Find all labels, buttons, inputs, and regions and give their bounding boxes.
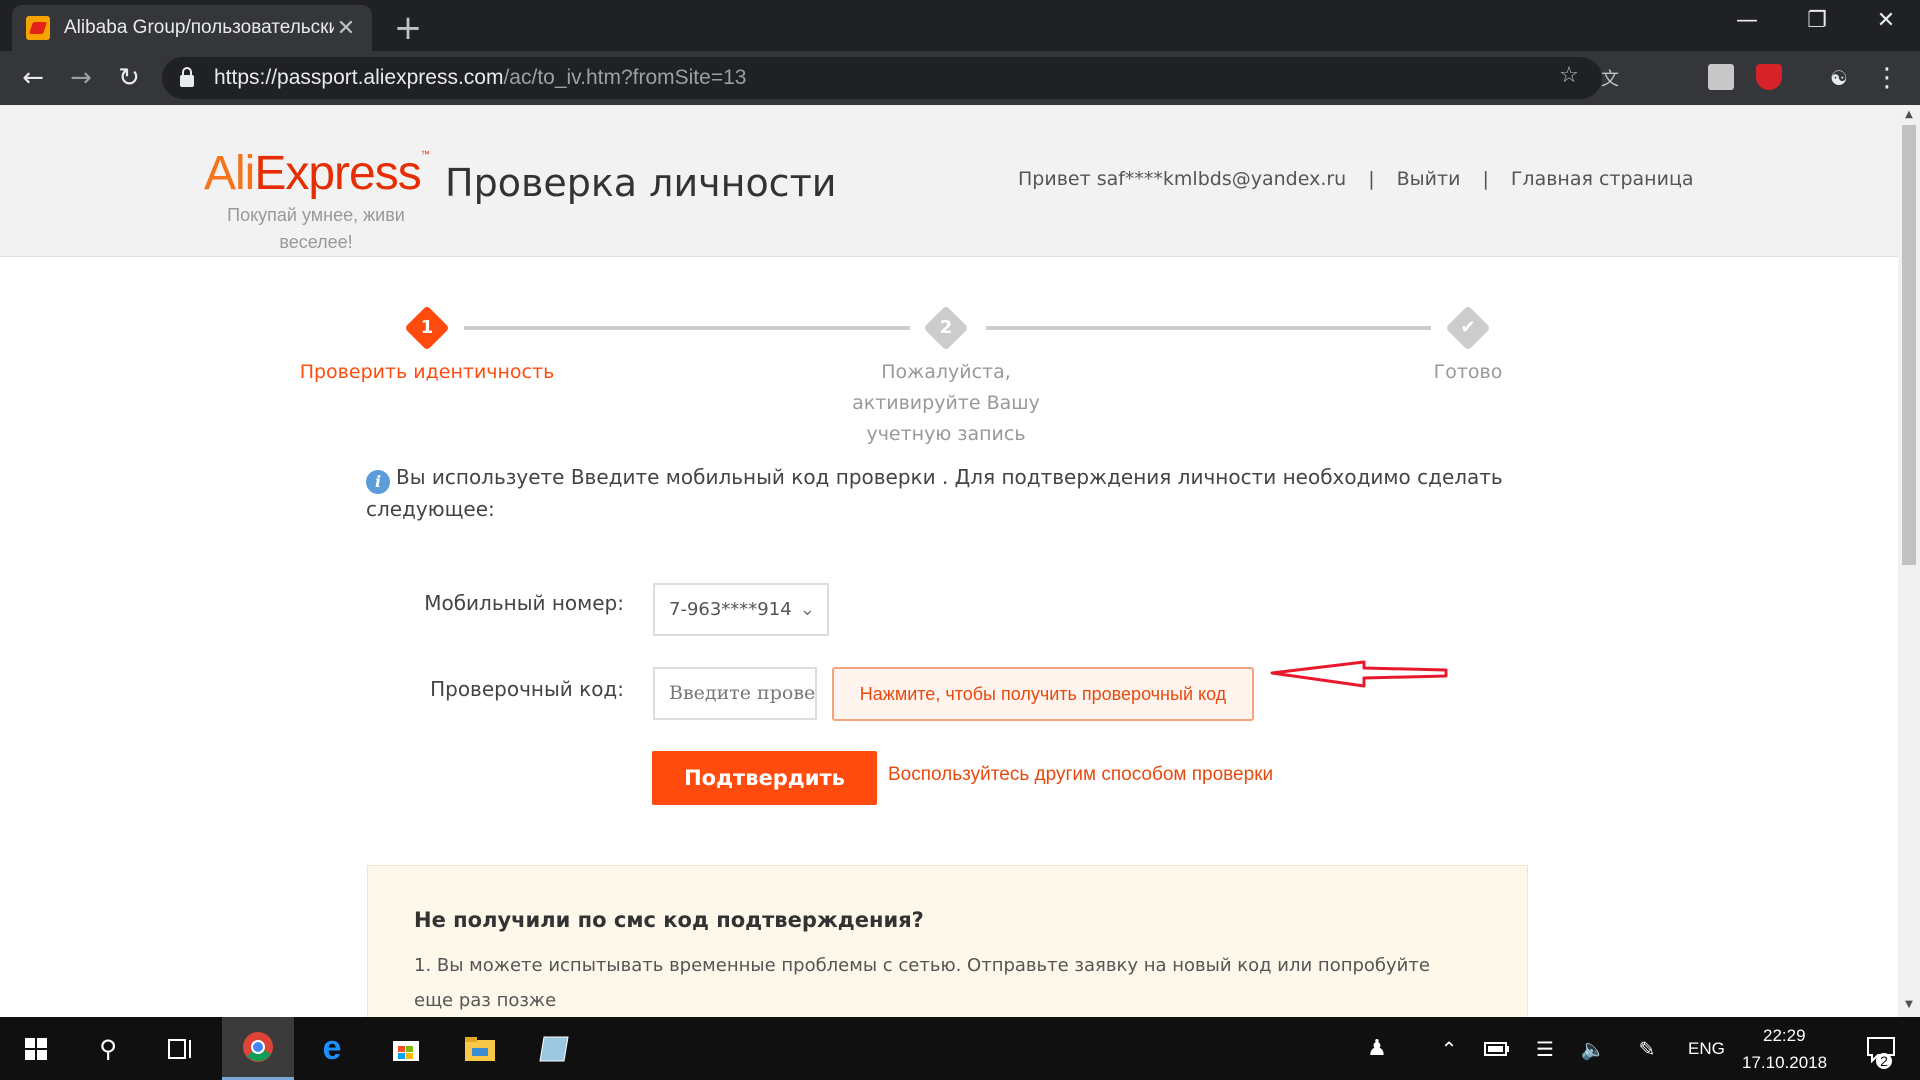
sms-help-panel: Не получили по смс код подтверждения? 1.…	[367, 865, 1528, 1017]
get-code-button[interactable]: Нажмите, чтобы получить проверочный код	[832, 667, 1254, 721]
greeting: Привет saf****kmlbds@yandex.ru	[1018, 168, 1347, 190]
browser-tab-strip: Alibaba Group/пользовательский ✕ + — ❐ ✕	[0, 0, 1920, 51]
clock-time[interactable]: 22:29	[1763, 1026, 1806, 1046]
chevron-down-icon: ⌄	[799, 599, 815, 620]
pen-icon[interactable]: ✎	[1624, 1017, 1670, 1080]
windows-taskbar: ⚲ e ♟ ⌃ ☰ 🔈 ✎ ENG 22:29 17.10.2018 2	[0, 1017, 1920, 1080]
menu-icon[interactable]: ⋮	[1870, 61, 1904, 95]
page-title: Проверка личности	[445, 161, 837, 205]
battery-icon[interactable]	[1474, 1017, 1520, 1080]
logout-link[interactable]: Выйти	[1397, 168, 1461, 190]
step-3-label: Готово	[1433, 361, 1503, 383]
code-label: Проверочный код:	[430, 677, 624, 701]
app-taskbar-icon[interactable]	[518, 1017, 590, 1080]
new-tab-button[interactable]: +	[390, 8, 426, 48]
tab-title: Alibaba Group/пользовательский	[64, 17, 334, 38]
info-text: Вы используете Введите мобильный код про…	[366, 465, 1503, 521]
restore-button[interactable]: ❐	[1797, 8, 1837, 33]
bookmark-star-icon[interactable]: ☆	[1555, 63, 1583, 88]
scroll-down-icon[interactable]: ▼	[1903, 999, 1915, 1011]
step-1-number: 1	[420, 317, 434, 338]
phone-value: 7-963****914	[669, 599, 792, 620]
aliexpress-logo[interactable]: AliExpress™	[204, 150, 430, 198]
alt-method-link[interactable]: Воспользуйтесь другим способом проверки	[888, 764, 1273, 786]
phone-label: Мобильный номер:	[424, 591, 624, 615]
start-windows-icon[interactable]	[0, 1017, 72, 1080]
reload-icon[interactable]: ↻	[112, 61, 146, 95]
step-2-number: 2	[939, 317, 953, 338]
extension-icon[interactable]	[1708, 64, 1734, 90]
notification-count-badge: 2	[1876, 1053, 1892, 1069]
check-icon: ✔	[1460, 317, 1476, 338]
wifi-icon[interactable]: ☰	[1522, 1017, 1568, 1080]
task-view-icon[interactable]	[144, 1017, 216, 1080]
sms-help-title: Не получили по смс код подтверждения?	[414, 908, 924, 932]
info-icon: i	[366, 470, 390, 494]
page-content: AliExpress™ Покупай умнее, живи веселее!…	[0, 105, 1898, 1017]
profile-icon[interactable]: ☯	[1822, 61, 1856, 95]
separator: |	[1482, 168, 1489, 190]
user-links: Привет saf****kmlbds@yandex.ru | Выйти |…	[1018, 168, 1694, 190]
translate-icon[interactable]: 文	[1596, 65, 1624, 91]
close-window-button[interactable]: ✕	[1866, 8, 1906, 33]
browser-tab[interactable]: Alibaba Group/пользовательский ✕	[12, 5, 372, 51]
address-bar[interactable]: https://passport.aliexpress.com/ac/to_iv…	[162, 57, 1619, 99]
back-icon[interactable]: ←	[16, 61, 50, 95]
scroll-thumb[interactable]	[1902, 125, 1916, 565]
show-hidden-icons-chevron-up-icon[interactable]: ⌃	[1426, 1017, 1472, 1080]
phone-select[interactable]: 7-963****914 ⌄	[653, 583, 829, 636]
sms-help-text: 1. Вы можете испытывать временные пробле…	[414, 955, 1430, 1011]
step-connector	[986, 326, 1431, 330]
separator: |	[1368, 168, 1375, 190]
lock-icon	[180, 67, 194, 87]
volume-icon[interactable]: 🔈	[1570, 1017, 1616, 1080]
home-link[interactable]: Главная страница	[1511, 168, 1694, 190]
minimize-button[interactable]: —	[1727, 8, 1767, 33]
step-2-label: Пожалуйста, активируйте Вашу учетную зап…	[852, 361, 1040, 445]
people-icon[interactable]: ♟	[1354, 1017, 1400, 1080]
aliexpress-favicon-icon	[26, 16, 50, 40]
notifications-icon[interactable]	[1856, 1017, 1906, 1080]
browser-toolbar: ← → ↻ https://passport.aliexpress.com/ac…	[0, 51, 1920, 105]
shield-extension-icon[interactable]	[1756, 64, 1782, 90]
chrome-taskbar-icon[interactable]	[222, 1017, 294, 1080]
store-taskbar-icon[interactable]	[370, 1017, 442, 1080]
clock-date[interactable]: 17.10.2018	[1742, 1053, 1827, 1073]
annotation-arrow-icon	[1270, 660, 1448, 688]
step-1-label: Проверить идентичность	[299, 361, 555, 383]
site-header: AliExpress™ Покупай умнее, живи веселее!…	[0, 105, 1898, 257]
edge-taskbar-icon[interactable]: e	[296, 1017, 368, 1080]
forward-icon[interactable]: →	[64, 61, 98, 95]
file-explorer-icon[interactable]	[444, 1017, 516, 1080]
search-icon[interactable]: ⚲	[72, 1017, 144, 1080]
info-message: i Вы используете Введите мобильный код пр…	[366, 462, 1526, 525]
url-text: https://passport.aliexpress.com/ac/to_iv…	[214, 66, 747, 89]
step-connector	[464, 326, 910, 330]
page-scrollbar[interactable]: ▲ ▼	[1898, 105, 1920, 1017]
code-input[interactable]: Введите проверочный код	[653, 667, 817, 720]
confirm-button[interactable]: Подтвердить	[652, 751, 877, 805]
slogan: Покупай умнее, живи веселее!	[227, 205, 405, 252]
scroll-up-icon[interactable]: ▲	[1903, 109, 1915, 121]
tab-close-icon[interactable]: ✕	[334, 16, 358, 41]
language-indicator[interactable]: ENG	[1688, 1039, 1725, 1059]
